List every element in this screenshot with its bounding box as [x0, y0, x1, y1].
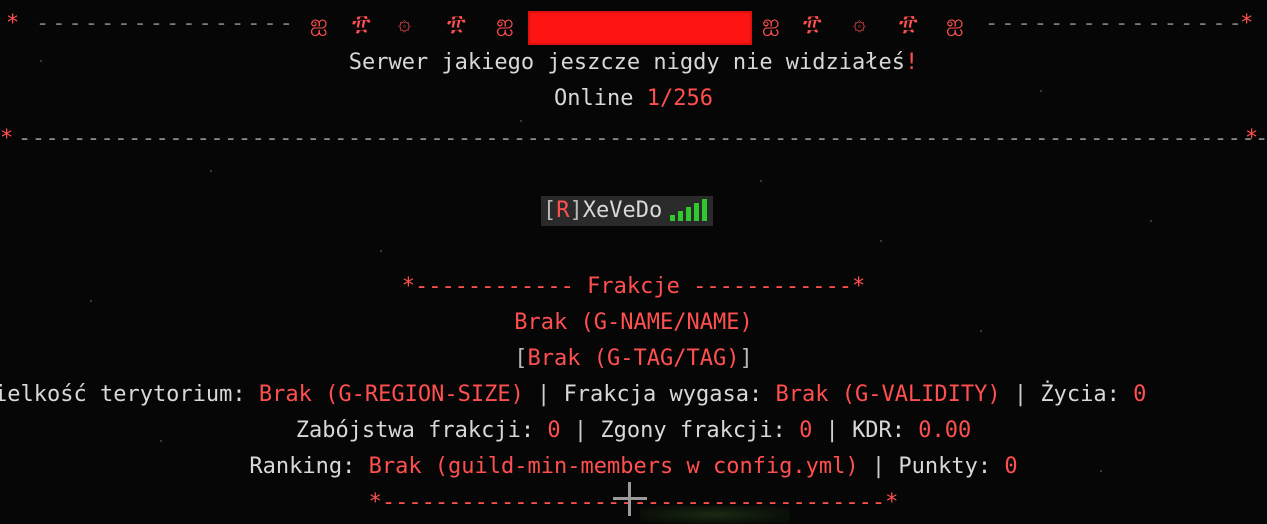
online-label: Online — [554, 86, 647, 111]
expires-label: Frakcja wygasa: — [563, 382, 776, 407]
kills-value: 0 — [547, 418, 561, 443]
faction-stats-line: Zabójstwa frakcji: 0 | Zgony frakcji: 0 … — [0, 416, 1267, 446]
motd-line: Serwer jakiego jeszcze nigdy nie widział… — [0, 48, 1267, 78]
redacted-server-logo — [528, 11, 752, 45]
lives-value: 0 — [1133, 382, 1147, 407]
header-separator: * --------------------------------------… — [0, 124, 1267, 154]
header-star-right: * — [1240, 11, 1254, 36]
header-dashes-right: ---------------- — [985, 11, 1245, 36]
faction-title: Frakcje — [587, 274, 680, 299]
online-count: 1/256 — [646, 86, 713, 111]
faction-territory-line: ielkość terytorium: Brak (G-REGION-SIZE)… — [0, 380, 1261, 410]
online-line: Online 1/256 — [0, 84, 1267, 114]
rank-bracket-close: ] — [569, 198, 583, 223]
separator-pipe: | — [812, 418, 853, 443]
ranking-value: Brak (guild-min-members w config.yml) — [368, 454, 859, 479]
kills-label: Zabójstwa frakcji: — [295, 418, 548, 443]
ornament-icon: ஐ — [946, 11, 964, 36]
tag-bracket-open: [ — [514, 346, 528, 371]
separator-star-right: * — [1245, 126, 1259, 151]
sun-gear-icon: ۞ — [398, 11, 411, 36]
motd-exclamation: ! — [905, 50, 919, 75]
kdr-label: KDR: — [852, 418, 919, 443]
faction-title-right: ------------* — [679, 274, 866, 299]
deaths-value: 0 — [799, 418, 813, 443]
ornament-icon: ஐ — [762, 11, 780, 36]
footer-dashes-left: *------------------- — [368, 490, 634, 515]
world-terrain — [640, 505, 790, 524]
separator-star-left: * — [0, 126, 14, 151]
faction-ranking-line: Ranking: Brak (guild-min-members w confi… — [0, 452, 1267, 482]
separator-pipe: | — [523, 382, 564, 407]
header-dashes-left: ---------------- — [36, 11, 296, 36]
ping-signal-icon — [670, 199, 710, 223]
temple-icon: ፹ — [352, 11, 371, 36]
player-entry[interactable]: [R]XeVeDo — [541, 196, 714, 226]
kdr-value: 0.00 — [918, 418, 972, 443]
separator-dashes: ----------------------------------------… — [18, 126, 1267, 151]
ornament-icon: ஐ — [310, 11, 328, 36]
faction-name-line: Brak (G-NAME/NAME) — [0, 308, 1267, 338]
temple-icon: ፹ — [803, 11, 822, 36]
lives-label: Życia: — [1040, 382, 1134, 407]
player-name: XeVeDo — [582, 198, 663, 223]
faction-footer-line: *--------------------------------------* — [0, 488, 1267, 518]
crosshair-icon — [613, 497, 647, 500]
faction-title-line: *------------ Frakcje ------------* — [0, 272, 1267, 302]
tablist-header: * ---------------- ஐ ፹ ۞ ፹ ஐ ஐ ፹ ۞ ፹ ஐ -… — [0, 10, 1267, 45]
expires-value: Brak (G-VALIDITY) — [775, 382, 1001, 407]
separator-pipe: | — [1000, 382, 1041, 407]
points-label: Punkty: — [898, 454, 1005, 479]
player-rank: R — [556, 198, 570, 223]
territory-value: Brak (G-REGION-SIZE) — [258, 382, 524, 407]
ranking-label: Ranking: — [249, 454, 369, 479]
faction-tag-line: [Brak (G-TAG/TAG)] — [0, 344, 1267, 374]
territory-label: ielkość terytorium: — [0, 382, 259, 407]
temple-icon: ፹ — [899, 11, 918, 36]
faction-tag: Brak (G-TAG/TAG) — [527, 346, 740, 371]
header-star-left: * — [6, 11, 20, 36]
tag-bracket-close: ] — [739, 346, 753, 371]
points-value: 0 — [1004, 454, 1018, 479]
temple-icon: ፹ — [447, 11, 466, 36]
deaths-label: Zgony frakcji: — [600, 418, 800, 443]
sun-gear-icon: ۞ — [853, 11, 866, 36]
faction-title-left: *------------ — [401, 274, 588, 299]
separator-pipe: | — [858, 454, 899, 479]
faction-name: Brak (G-NAME/NAME) — [514, 310, 753, 335]
rank-bracket-open: [ — [543, 198, 557, 223]
ornament-icon: ஐ — [496, 11, 514, 36]
motd-text: Serwer jakiego jeszcze nigdy nie widział… — [348, 50, 906, 75]
separator-pipe: | — [560, 418, 601, 443]
